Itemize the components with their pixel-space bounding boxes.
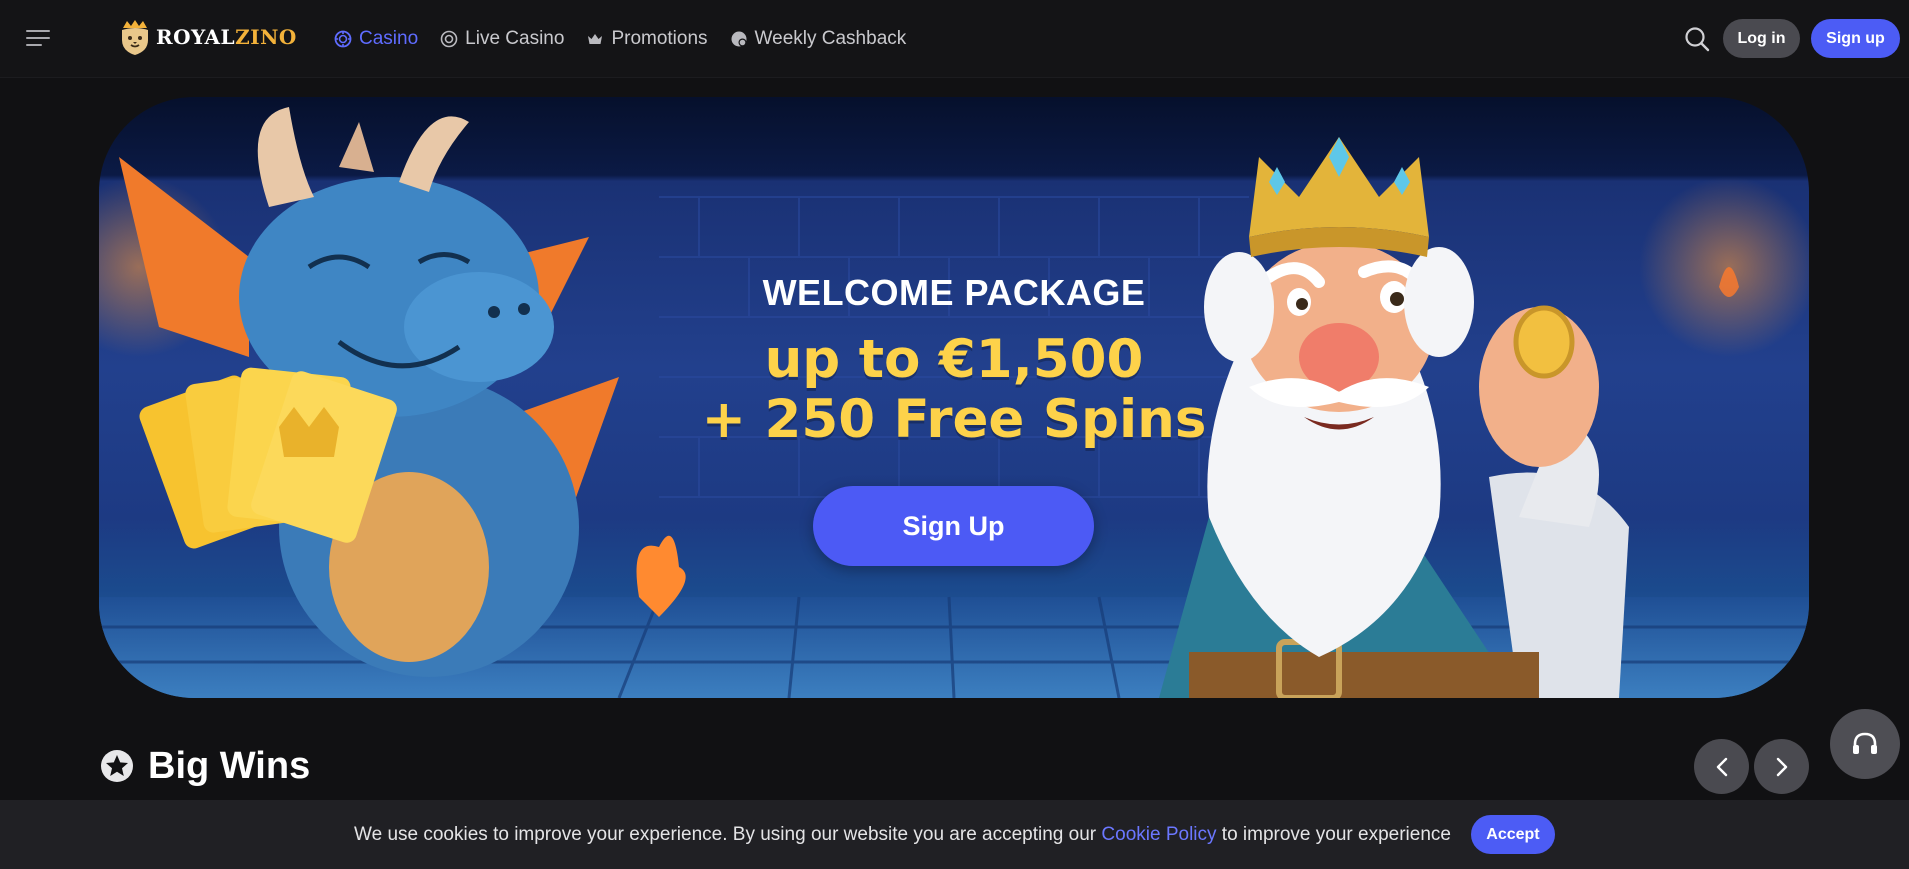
cookie-consent-bar: We use cookies to improve your experienc… (0, 800, 1909, 869)
nav-item-promotions[interactable]: Promotions (586, 28, 708, 50)
hamburger-menu-icon[interactable] (26, 28, 50, 48)
carousel-prev-button[interactable] (1694, 739, 1749, 794)
cookie-text-after: to improve your experience (1221, 823, 1451, 845)
support-chat-button[interactable] (1830, 709, 1900, 779)
login-button[interactable]: Log in (1723, 19, 1800, 58)
big-wins-header: Big Wins (100, 745, 310, 787)
nav-label-promotions: Promotions (611, 28, 708, 49)
signup-button[interactable]: Sign up (1811, 19, 1900, 58)
cookie-text-before: We use cookies to improve your experienc… (354, 823, 1097, 845)
chevron-right-icon (1776, 757, 1787, 776)
nav-label-casino: Casino (359, 28, 419, 49)
live-icon (440, 30, 458, 48)
nav-item-weekly-cashback[interactable]: Weekly Cashback (730, 28, 907, 50)
cookie-message: We use cookies to improve your experienc… (354, 824, 1451, 846)
cookie-policy-link[interactable]: Cookie Policy (1101, 824, 1216, 845)
banner-signup-button[interactable]: Sign Up (813, 486, 1094, 566)
search-icon[interactable] (1683, 25, 1711, 53)
nav-item-live-casino[interactable]: Live Casino (440, 28, 564, 50)
nav-label-live-casino: Live Casino (465, 28, 565, 49)
brand-name-part2: ZINO (235, 25, 297, 49)
main-nav: Casino Live Casino Promotions Weekly Cas… (334, 0, 906, 78)
top-header: ROYALZINO Casino Live Casino Promotions (0, 0, 1909, 78)
brand-name-part1: ROYAL (156, 25, 236, 49)
brand-wordmark: ROYALZINO (156, 25, 297, 49)
cashback-icon (731, 31, 747, 47)
section-title-big-wins: Big Wins (148, 744, 311, 787)
welcome-banner[interactable]: WELCOME PACKAGE up to €1,500 + 250 Free … (99, 97, 1809, 698)
star-badge-icon (101, 750, 133, 782)
banner-title: WELCOME PACKAGE (762, 272, 1146, 313)
casino-chip-icon (334, 30, 352, 48)
lion-crown-logo-icon (122, 20, 148, 55)
chevron-left-icon (1716, 757, 1727, 776)
banner-content: WELCOME PACKAGE up to €1,500 + 250 Free … (99, 97, 1809, 698)
headset-icon (1853, 732, 1877, 754)
banner-bonus-amount: up to €1,500 (764, 329, 1144, 390)
nav-label-weekly-cashback: Weekly Cashback (754, 28, 907, 49)
nav-item-casino[interactable]: Casino (334, 28, 418, 50)
cookie-accept-button[interactable]: Accept (1470, 815, 1555, 854)
banner-free-spins: + 250 Free Spins (701, 389, 1207, 450)
brand-logo[interactable]: ROYALZINO (118, 18, 297, 56)
carousel-next-button[interactable] (1754, 739, 1809, 794)
crown-icon (588, 34, 603, 44)
